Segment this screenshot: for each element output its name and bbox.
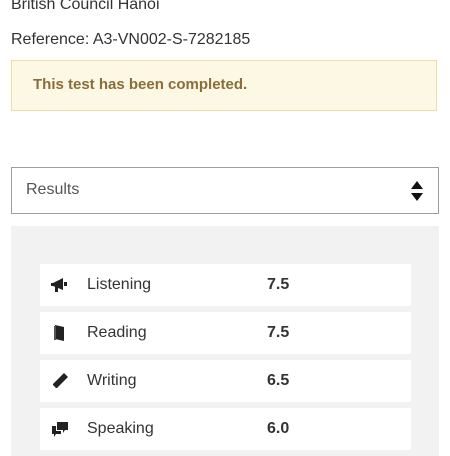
result-score: 7.5 — [267, 276, 290, 293]
book-icon — [54, 325, 64, 341]
view-select[interactable]: Results — [11, 167, 439, 214]
result-row-reading: Reading 7.5 — [40, 312, 411, 354]
chat-bubbles-icon — [52, 422, 68, 437]
megaphone-icon — [51, 278, 67, 292]
test-center-name: British Council Hanoi — [11, 0, 160, 13]
result-label: Speaking — [87, 420, 154, 437]
result-label: Writing — [87, 372, 137, 389]
result-row-speaking: Speaking 6.0 — [40, 408, 411, 450]
results-panel: Listening 7.5 Reading 7.5 Writing 6.5 Sp… — [11, 226, 439, 456]
result-score: 7.5 — [267, 324, 290, 341]
view-select-value: Results — [26, 181, 80, 198]
result-score: 6.5 — [267, 372, 290, 389]
reference-number: Reference: A3-VN002-S-7282185 — [11, 31, 251, 48]
pencil-icon — [53, 373, 68, 388]
result-label: Reading — [87, 324, 147, 341]
result-row-writing: Writing 6.5 — [40, 360, 411, 402]
sort-arrows-icon — [411, 181, 423, 201]
result-score: 6.0 — [267, 420, 290, 437]
completion-alert: This test has been completed. — [11, 60, 437, 111]
result-row-listening: Listening 7.5 — [40, 264, 411, 306]
completion-alert-text: This test has been completed. — [33, 76, 248, 93]
result-label: Listening — [87, 276, 152, 293]
